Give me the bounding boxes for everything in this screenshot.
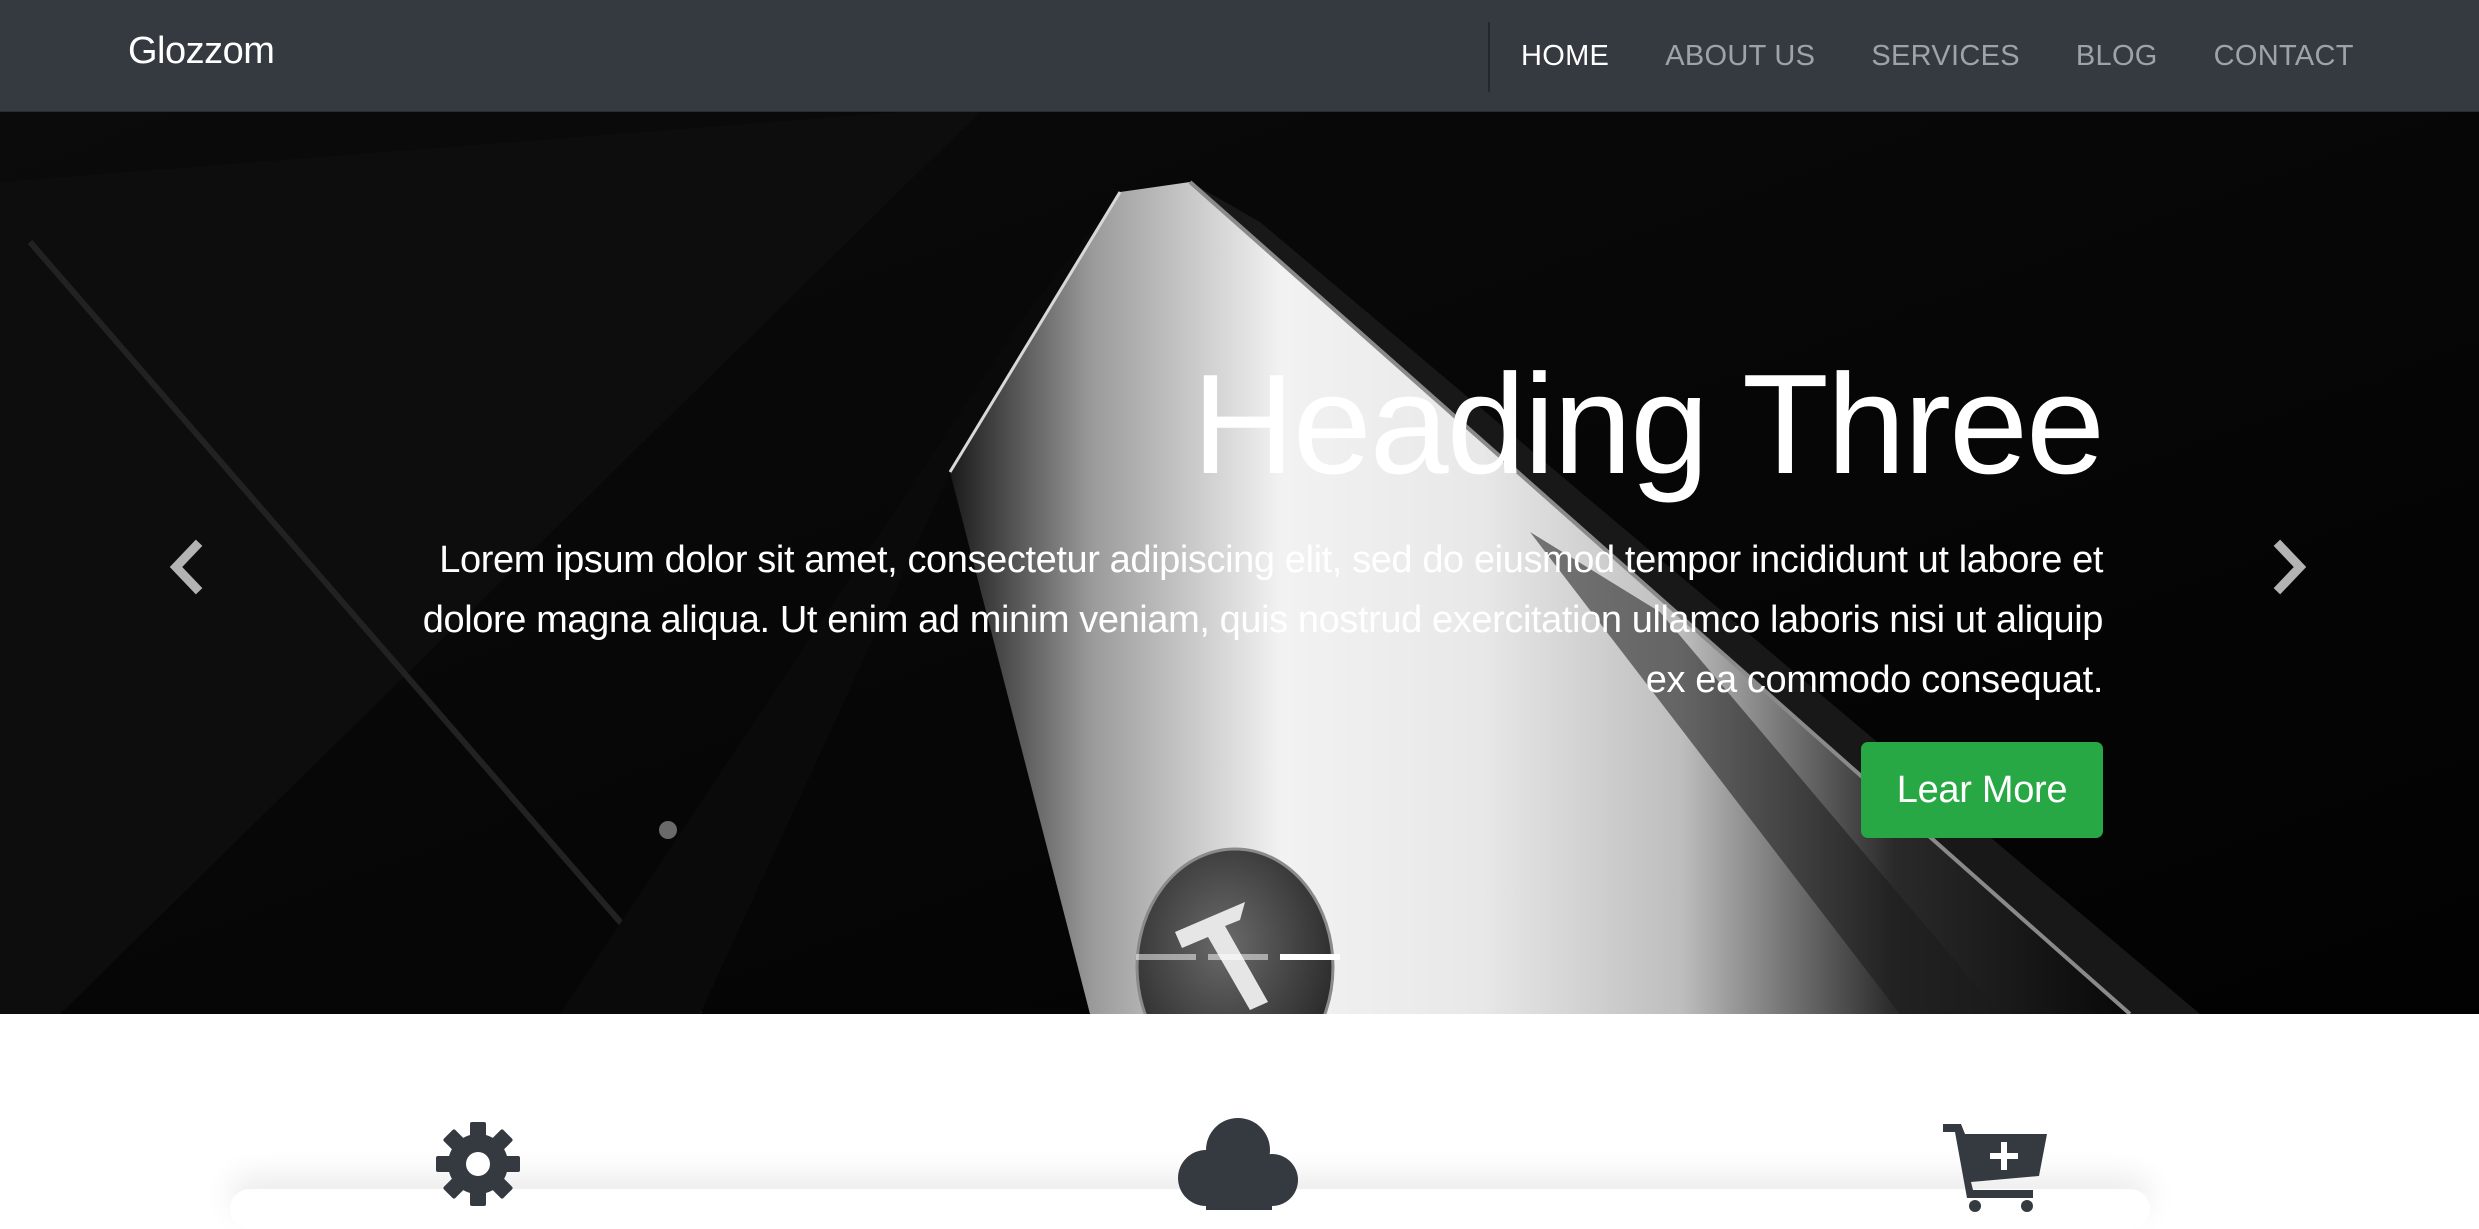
nav-link-services[interactable]: SERVICES xyxy=(1871,40,2020,73)
brand-logo[interactable]: Glozzom xyxy=(128,30,275,73)
cart-plus-icon xyxy=(1943,1124,2047,1212)
cloud-icon xyxy=(1178,1118,1298,1210)
nav-link-about-us[interactable]: ABOUT US xyxy=(1665,40,1815,73)
nav-link-blog[interactable]: BLOG xyxy=(2076,40,2158,73)
navbar: Glozzom HOME ABOUT US SERVICES BLOG CONT… xyxy=(0,0,2479,112)
carousel-indicators xyxy=(1136,954,1352,960)
hero-carousel: Heading Three Lorem ipsum dolor sit amet… xyxy=(0,112,2479,1014)
gear-icon xyxy=(436,1122,520,1206)
carousel-indicator-1[interactable] xyxy=(1136,954,1196,960)
hero-heading: Heading Three xyxy=(1192,345,2105,504)
learn-more-button[interactable]: Lear More xyxy=(1861,742,2103,838)
chevron-right-icon xyxy=(2273,539,2307,595)
hero-description: Lorem ipsum dolor sit amet, consectetur … xyxy=(422,539,2104,701)
nav-divider xyxy=(1488,22,1490,92)
carousel-next-button[interactable] xyxy=(2258,532,2318,602)
features-section xyxy=(0,1014,2479,1212)
carousel-indicator-3[interactable] xyxy=(1280,954,1340,960)
nav-link-home[interactable]: HOME xyxy=(1521,40,1609,73)
nav-link-contact[interactable]: CONTACT xyxy=(2214,40,2354,73)
chevron-left-icon xyxy=(169,539,203,595)
carousel-prev-button[interactable] xyxy=(158,532,218,602)
nav-links: HOME ABOUT US SERVICES BLOG CONTACT xyxy=(1521,0,2410,112)
carousel-indicator-2[interactable] xyxy=(1208,954,1268,960)
